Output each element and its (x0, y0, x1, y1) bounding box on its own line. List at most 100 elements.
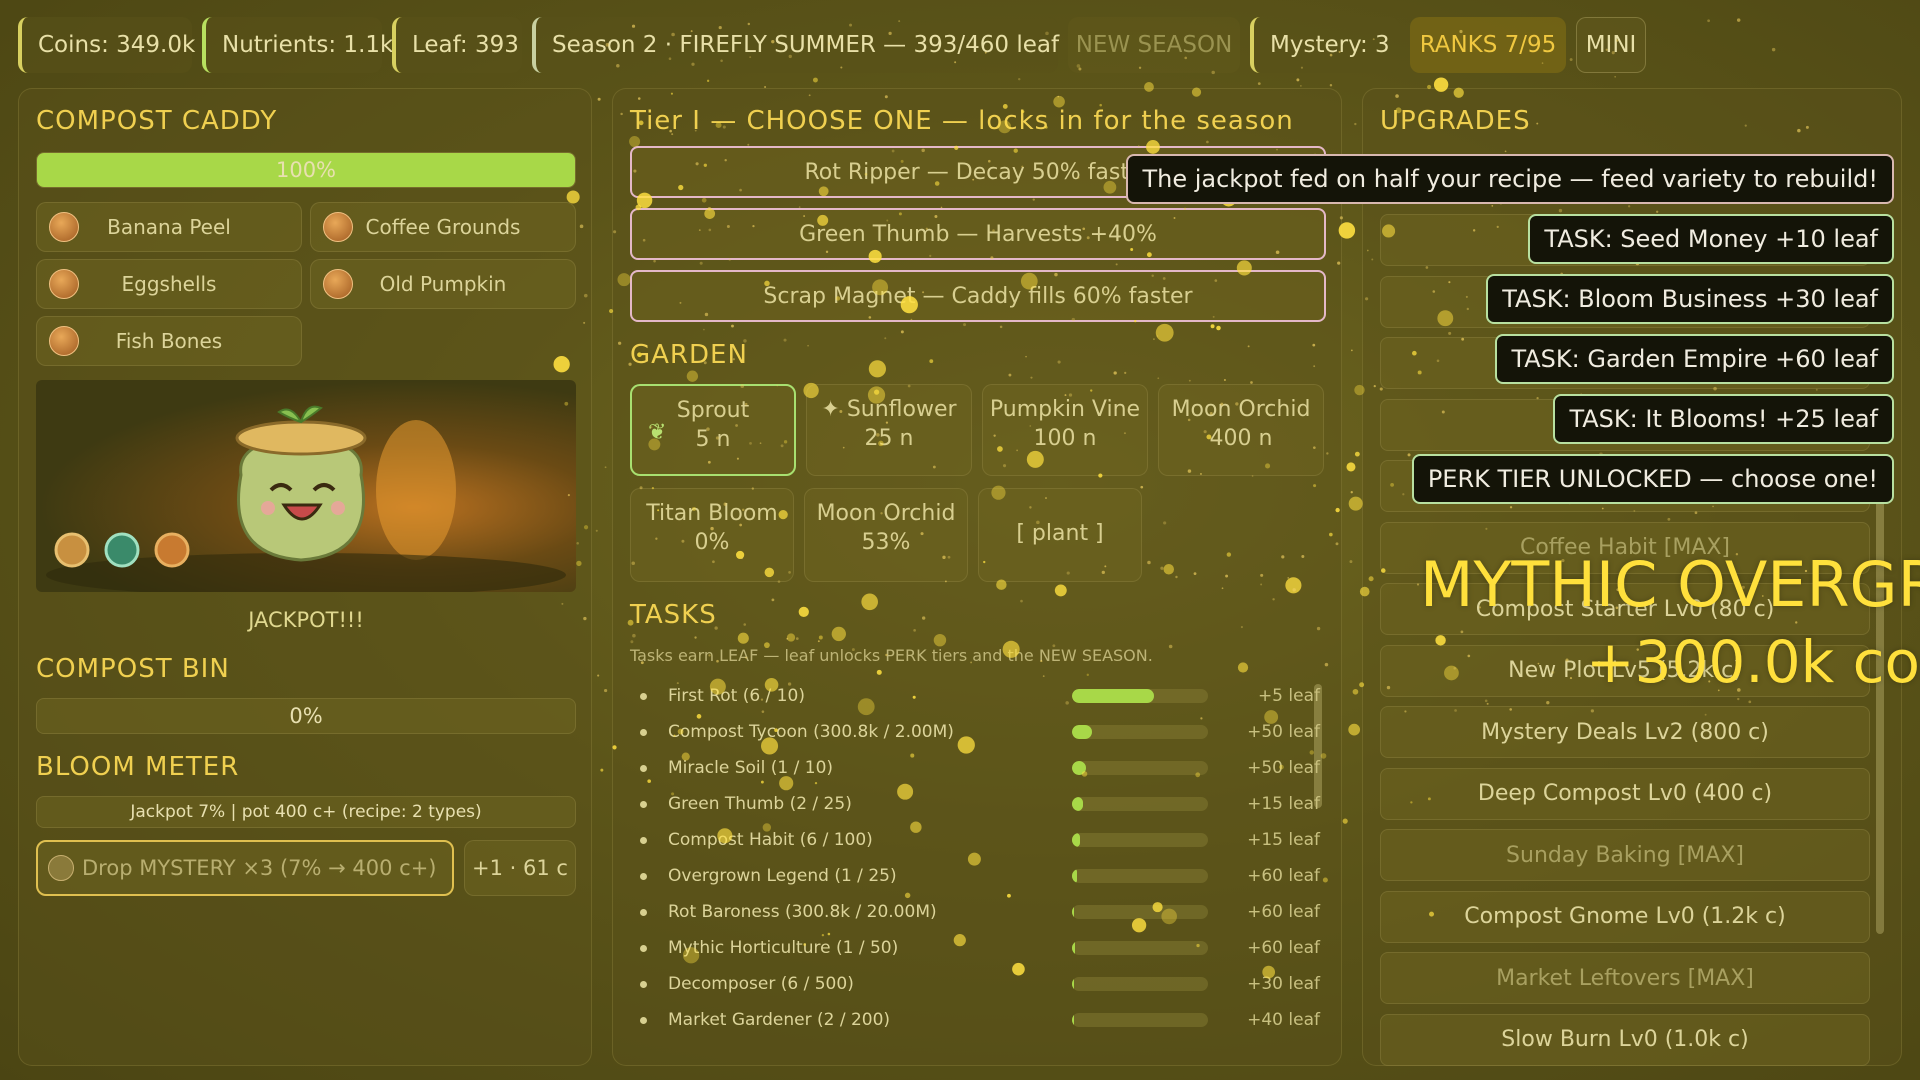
perk-option-green-thumb[interactable]: Green Thumb — Harvests +40% (630, 208, 1326, 260)
caddy-item-label: Old Pumpkin (379, 272, 507, 296)
fish-bones-icon (49, 326, 79, 356)
task-row: Rot Baroness (300.8k / 20.00M) +60 leaf (640, 898, 1320, 928)
task-progress-bar (1072, 869, 1208, 883)
pumpkin-icon (323, 269, 353, 299)
task-progress-fill (1072, 761, 1086, 775)
task-progress-bar (1072, 761, 1208, 775)
task-progress-fill (1072, 941, 1075, 955)
caddy-item-label: Fish Bones (115, 329, 223, 353)
upgrade-button[interactable]: Compost Gnome Lv0 (1.2k c) (1380, 890, 1870, 943)
coins-counter: Coins: 349.0k (18, 17, 195, 73)
task-reward: +15 leaf (1247, 830, 1320, 850)
upgrade-button[interactable]: Mystery Deals Lv2 (800 c) (1380, 706, 1870, 758)
caddy-item-old-pumpkin[interactable]: Old Pumpkin (310, 259, 576, 309)
bullet-icon (640, 909, 647, 916)
upgrades-scrollbar[interactable] (1876, 470, 1884, 934)
caddy-item-fish-bones[interactable]: Fish Bones (36, 316, 302, 366)
caddy-item-banana-peel[interactable]: Banana Peel (36, 202, 302, 252)
task-progress-fill (1072, 833, 1081, 847)
task-label: Rot Baroness (300.8k / 20.00M) (668, 902, 937, 922)
garden-plot-titan-bloom[interactable]: Titan Bloom 0% (630, 488, 794, 582)
task-row: Mythic Horticulture (1 / 50) +60 leaf (640, 934, 1320, 964)
tasks-scrollbar[interactable] (1314, 684, 1322, 808)
task-row: Decomposer (6 / 500) +30 leaf (640, 970, 1320, 1000)
upgrade-button[interactable]: Sunday Baking [MAX] (1380, 829, 1870, 881)
task-reward: +40 leaf (1247, 1010, 1320, 1030)
upgrade-button[interactable]: Slow Burn Lv0 (1.0k c) (1380, 1013, 1870, 1066)
bullet-icon (640, 837, 647, 844)
task-progress-fill (1072, 797, 1083, 811)
task-progress-fill (1072, 905, 1075, 919)
task-reward: +15 leaf (1247, 794, 1320, 814)
tasks-title: TASKS (630, 600, 717, 630)
bloom-meter-info: Jackpot 7% | pot 400 c+ (recipe: 2 types… (36, 796, 576, 828)
drop-mystery-button[interactable]: Drop MYSTERY ×3 (7% → 400 c+) (36, 840, 454, 896)
compost-bin-progress-label: 0% (289, 704, 323, 728)
coin-reward-popup: +300.0k coi (1586, 628, 1920, 696)
task-reward: +5 leaf (1257, 686, 1320, 706)
plant-option-sprout[interactable]: ❦ Sprout 5 n (630, 384, 796, 476)
bullet-icon (640, 693, 647, 700)
eggshells-icon (49, 269, 79, 299)
upgrade-button[interactable]: Market Leftovers [MAX] (1380, 952, 1870, 1004)
task-progress-bar (1072, 1013, 1208, 1027)
task-reward: +50 leaf (1247, 758, 1320, 778)
task-row: Miracle Soil (1 / 10) +50 leaf (640, 754, 1320, 784)
mini-button[interactable]: MINI (1576, 17, 1646, 73)
plant-name: ✦ Sunflower (821, 397, 957, 422)
plant-option-moon-orchid[interactable]: Moon Orchid 400 n (1158, 384, 1324, 476)
glow-light (376, 420, 456, 560)
toast-task-it-blooms: TASK: It Blooms! +25 leaf (1553, 394, 1894, 444)
coffee-grounds-icon (323, 212, 353, 242)
task-progress-fill (1072, 725, 1093, 739)
task-row: Compost Tycoon (300.8k / 2.00M) +50 leaf (640, 718, 1320, 748)
plant-name: Pumpkin Vine (989, 397, 1141, 422)
mystery-icon (48, 855, 74, 881)
tasks-subtitle: Tasks earn LEAF — leaf unlocks PERK tier… (630, 646, 1153, 665)
garden-plot-moon-orchid[interactable]: Moon Orchid 53% (804, 488, 968, 582)
plant-option-sunflower[interactable]: ✦ Sunflower 25 n (806, 384, 972, 476)
plot-name: Moon Orchid (816, 501, 956, 526)
perk-tier-title: Tier I — CHOOSE ONE — locks in for the s… (630, 106, 1294, 136)
leaf-counter: Leaf: 393 (392, 17, 522, 73)
perk-option-scrap-magnet[interactable]: Scrap Magnet — Caddy fills 60% faster (630, 270, 1326, 322)
task-progress-bar (1072, 905, 1208, 919)
task-reward: +50 leaf (1247, 722, 1320, 742)
task-label: Decomposer (6 / 500) (668, 974, 854, 994)
compost-mascot-scene (36, 380, 576, 592)
mythic-overgrowth-headline: MYTHIC OVERGR (1420, 548, 1920, 621)
plant-cost: 100 n (1033, 426, 1097, 451)
bullet-icon (640, 729, 647, 736)
plot-growth: 0% (694, 530, 730, 555)
caddy-item-eggshells[interactable]: Eggshells (36, 259, 302, 309)
caddy-item-coffee-grounds[interactable]: Coffee Grounds (310, 202, 576, 252)
task-row: Market Gardener (2 / 200) +40 leaf (640, 1006, 1320, 1036)
task-label: Compost Tycoon (300.8k / 2.00M) (668, 722, 954, 742)
caddy-progress-bar: 100% (36, 152, 576, 188)
plant-cost: 400 n (1209, 426, 1273, 451)
task-progress-bar (1072, 977, 1208, 991)
bloom-rate-display: +1 · 61 c (464, 840, 576, 896)
plot-name: [ plant ] (1016, 521, 1104, 546)
bullet-icon (640, 873, 647, 880)
plot-growth: 53% (861, 530, 911, 555)
task-label: Miracle Soil (1 / 10) (668, 758, 834, 778)
new-season-button[interactable]: NEW SEASON (1068, 17, 1240, 73)
task-reward: +60 leaf (1247, 866, 1320, 886)
garden-plot-empty[interactable]: [ plant ] (978, 488, 1142, 582)
plant-option-pumpkin-vine[interactable]: Pumpkin Vine 100 n (982, 384, 1148, 476)
task-progress-bar (1072, 797, 1208, 811)
plant-name: Moon Orchid (1171, 397, 1311, 422)
task-row: First Rot (6 / 10) +5 leaf (640, 682, 1320, 712)
caddy-item-label: Banana Peel (107, 215, 231, 239)
task-label: Market Gardener (2 / 200) (668, 1010, 891, 1030)
ranks-button[interactable]: RANKS 7/95 (1410, 17, 1566, 73)
bullet-icon (640, 765, 647, 772)
task-progress-bar (1072, 833, 1208, 847)
task-progress-fill (1072, 977, 1074, 991)
toast-task-garden-empire: TASK: Garden Empire +60 leaf (1495, 334, 1894, 384)
toast-jackpot-message: The jackpot fed on half your recipe — fe… (1126, 154, 1894, 204)
upgrade-button[interactable]: Deep Compost Lv0 (400 c) (1380, 767, 1870, 820)
task-reward: +30 leaf (1247, 974, 1320, 994)
bullet-icon (640, 981, 647, 988)
